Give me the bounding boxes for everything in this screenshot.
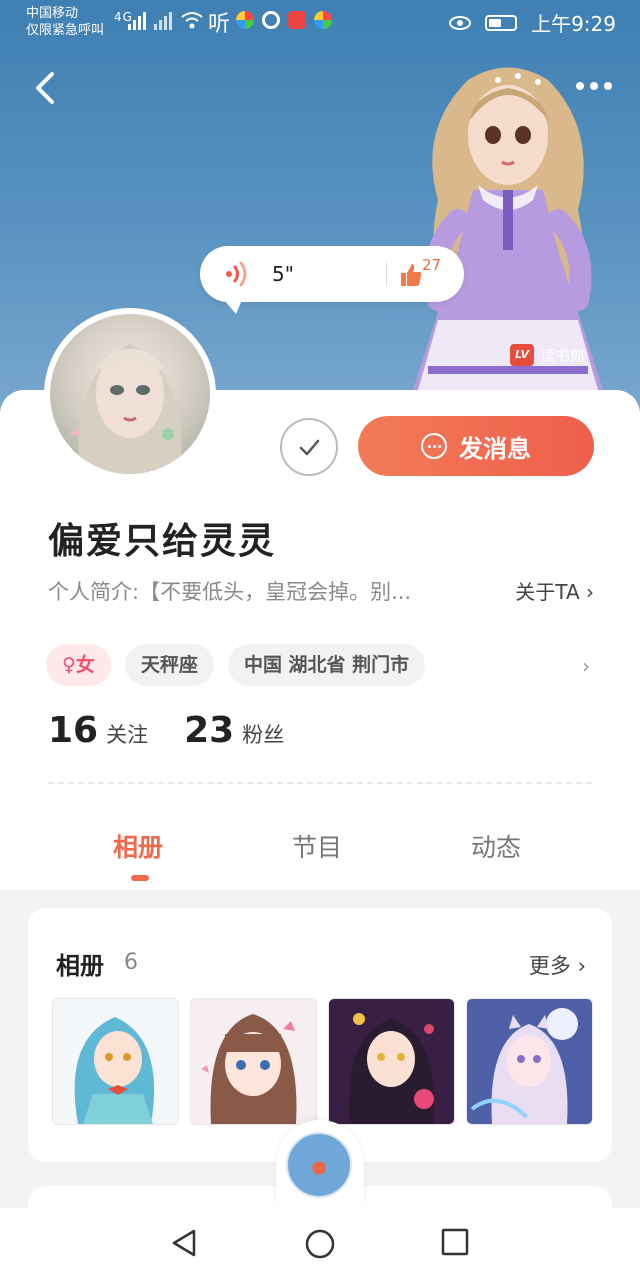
- chevron-right-icon: ›: [577, 954, 586, 978]
- voice-intro-bubble[interactable]: 5" 27: [200, 246, 464, 314]
- follow-status-button[interactable]: [280, 418, 338, 476]
- carrier-name: 中国移动: [26, 6, 79, 21]
- bio-row[interactable]: 个人简介:【不要低头，皇冠会掉。别... 关于TA ›: [48, 576, 594, 606]
- brand-name: 读书郎: [540, 346, 586, 365]
- app-notification-icon: [236, 11, 254, 29]
- brand-watermark: LV 读书郎: [510, 344, 585, 366]
- bio-text: 个人简介:【不要低头，皇冠会掉。别...: [48, 580, 412, 604]
- status-right: 上午9:29: [449, 8, 616, 37]
- anime-girl-blue-hair-image: [53, 999, 178, 1124]
- battery-icon: [485, 14, 518, 31]
- eye-comfort-icon: [449, 15, 472, 30]
- album-photo[interactable]: [466, 998, 593, 1125]
- emergency-only: 仅限紧急呼叫: [26, 23, 105, 38]
- album-photo[interactable]: [52, 998, 179, 1125]
- thumbs-up-icon[interactable]: [399, 262, 423, 288]
- album-photos: [52, 998, 593, 1125]
- nav-back-icon[interactable]: [170, 1228, 198, 1258]
- anime-girl-dark-hair-image: [329, 999, 454, 1124]
- app-notification-icon: [314, 11, 332, 29]
- anime-girl-brown-hair-image: [191, 999, 316, 1124]
- followers-count[interactable]: 23: [184, 710, 234, 751]
- chat-bubble-icon: [421, 433, 447, 459]
- listen-app-icon: 听: [208, 12, 231, 37]
- about-link[interactable]: 关于TA ›: [515, 576, 594, 605]
- floating-player[interactable]: [276, 1120, 364, 1208]
- zodiac-tag: 天秤座: [124, 644, 214, 686]
- album-photo[interactable]: [190, 998, 317, 1125]
- divider: [386, 262, 387, 286]
- location-tag: 中国 湖北省 荆门市: [227, 644, 426, 686]
- send-message-button[interactable]: 发消息: [358, 416, 594, 476]
- anime-girl-night-image: [467, 999, 592, 1124]
- clock: 上午9:29: [531, 12, 616, 36]
- voice-duration: 5": [272, 262, 294, 286]
- followers-label[interactable]: 粉丝: [242, 719, 284, 749]
- carrier-info: 中国移动 仅限紧急呼叫: [26, 5, 104, 39]
- username: 偏爱只给灵灵: [48, 521, 277, 562]
- status-bar: 中国移动 仅限紧急呼叫 4G 听 上午9:29: [0, 0, 640, 44]
- player-disc-icon: [286, 1132, 352, 1198]
- chevron-left-icon[interactable]: [28, 68, 64, 108]
- send-message-label: 发消息: [459, 434, 531, 463]
- about-label: 关于TA: [515, 580, 580, 604]
- following-label[interactable]: 关注: [106, 719, 148, 749]
- album-title: 相册: [56, 952, 104, 980]
- more-label: 更多: [528, 954, 571, 978]
- tab-programs[interactable]: 节目: [292, 828, 342, 864]
- follow-stats: 16 关注 23 粉丝: [48, 710, 320, 751]
- active-tab-indicator: [131, 875, 149, 881]
- avatar[interactable]: [44, 308, 216, 480]
- profile-tags[interactable]: ♀女 天秤座 中国 湖北省 荆门市: [46, 644, 426, 686]
- dashed-divider: [48, 782, 592, 784]
- wifi-icon: [181, 12, 203, 29]
- chevron-right-icon[interactable]: ›: [582, 654, 590, 678]
- nav-recents-icon[interactable]: [441, 1228, 469, 1256]
- tab-moments[interactable]: 动态: [471, 828, 521, 864]
- following-count[interactable]: 16: [48, 710, 98, 751]
- album-photo[interactable]: [328, 998, 455, 1125]
- checkmark-icon: [299, 439, 320, 456]
- book-app-icon: [288, 11, 306, 29]
- system-nav-bar: [0, 1208, 640, 1280]
- gender-tag: ♀女: [46, 644, 111, 686]
- avatar-portrait: [70, 344, 182, 474]
- profile-tabs: 相册 节目 动态: [0, 828, 640, 888]
- album-count: 6: [124, 950, 138, 975]
- chevron-right-icon: ›: [586, 580, 594, 604]
- nav-home-icon[interactable]: [304, 1228, 336, 1260]
- tab-album[interactable]: 相册: [113, 828, 163, 864]
- album-more-link[interactable]: 更多 ›: [529, 950, 586, 980]
- like-count: 27: [422, 256, 442, 274]
- signal-icon: [128, 12, 172, 30]
- sound-wave-icon[interactable]: [224, 260, 250, 288]
- app-notification-icon: [262, 11, 280, 29]
- avatar-image: [50, 314, 210, 474]
- lv-badge: LV: [510, 344, 534, 366]
